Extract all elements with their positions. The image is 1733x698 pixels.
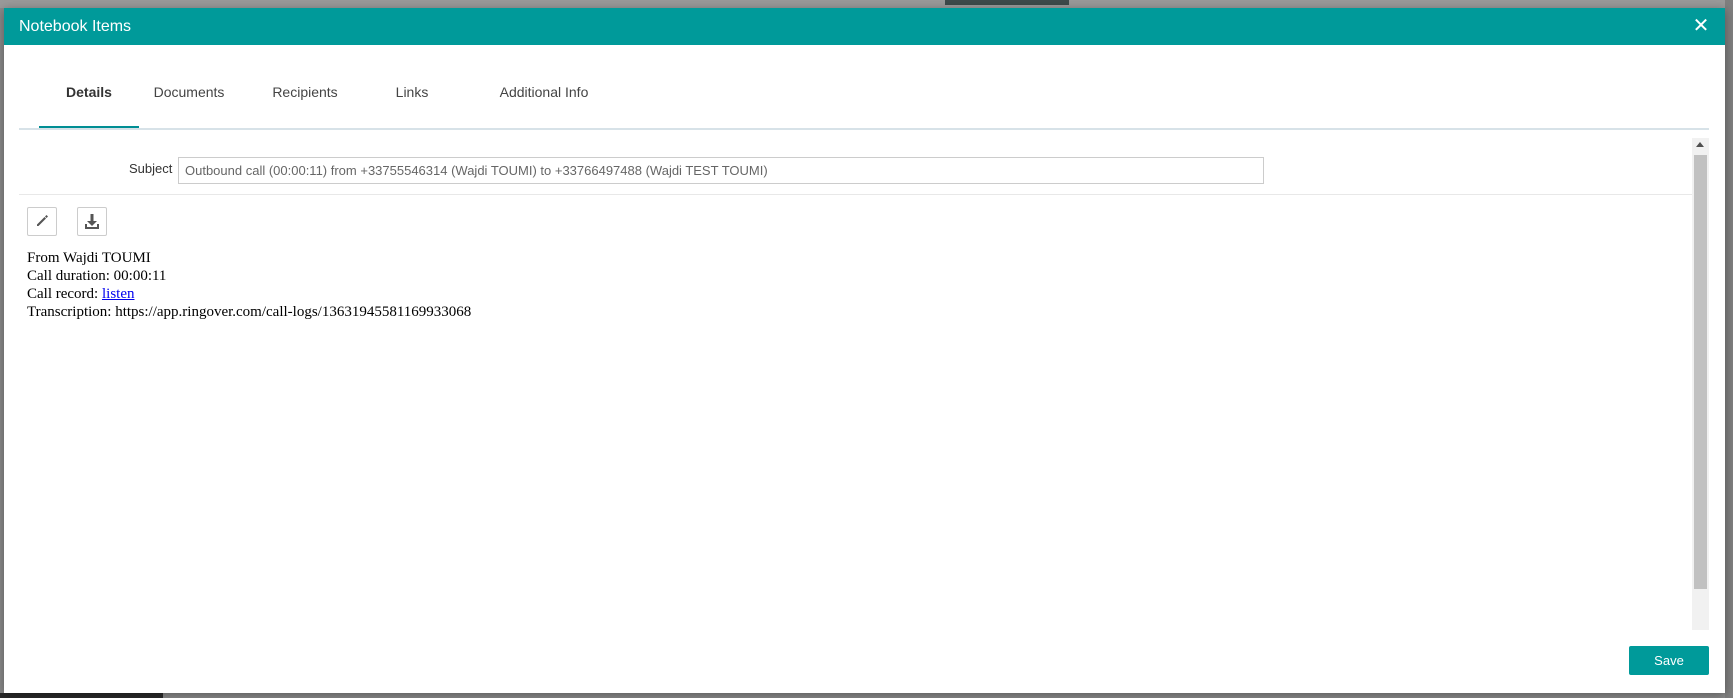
- tab-bar: Details Documents Recipients Links Addit…: [19, 62, 1709, 130]
- details-panel: Subject From Wajdi TOUMI Call duration: …: [19, 138, 1695, 630]
- tab-label: Recipients: [272, 84, 338, 100]
- call-record-prefix: Call record:: [27, 286, 102, 302]
- transcription-line: Transcription: https://app.ringover.com/…: [27, 304, 472, 320]
- background-top-strip: [0, 0, 1733, 8]
- save-button[interactable]: Save: [1629, 646, 1709, 675]
- background-right-edge: [1725, 0, 1733, 698]
- call-record-line: Call record: listen: [27, 285, 471, 303]
- download-icon: [85, 214, 99, 229]
- tab-additional-info[interactable]: Additional Info: [484, 62, 604, 126]
- modal-header: Notebook Items ✕: [4, 8, 1725, 45]
- modal-title: Notebook Items: [19, 18, 132, 35]
- tab-label: Additional Info: [499, 84, 589, 100]
- subject-input[interactable]: [178, 157, 1264, 184]
- tab-label: Details: [66, 84, 112, 100]
- notebook-items-modal: Notebook Items ✕ Details Documents Recip…: [4, 8, 1725, 693]
- from-line: From Wajdi TOUMI: [27, 250, 151, 266]
- tab-documents[interactable]: Documents: [139, 62, 239, 126]
- close-icon[interactable]: ✕: [1691, 16, 1711, 36]
- note-body: From Wajdi TOUMI Call duration: 00:00:11…: [27, 249, 471, 321]
- listen-link[interactable]: listen: [102, 286, 135, 302]
- subject-label: Subject: [129, 161, 173, 176]
- tab-recipients[interactable]: Recipients: [255, 62, 355, 126]
- tab-links[interactable]: Links: [377, 62, 447, 126]
- scroll-up-icon[interactable]: [1696, 142, 1704, 147]
- pencil-icon: [37, 215, 48, 226]
- tab-label: Documents: [153, 84, 225, 100]
- download-button[interactable]: [77, 207, 107, 236]
- duration-line: Call duration: 00:00:11: [27, 268, 167, 284]
- scroll-thumb[interactable]: [1694, 155, 1707, 589]
- edit-button[interactable]: [27, 207, 57, 236]
- background-button: [945, 0, 1069, 5]
- background-sidebar-edge: [0, 693, 163, 698]
- tab-label: Links: [395, 84, 429, 100]
- subject-row: Subject: [19, 138, 1695, 195]
- tab-details[interactable]: Details: [39, 62, 139, 128]
- vertical-scrollbar[interactable]: [1692, 138, 1709, 630]
